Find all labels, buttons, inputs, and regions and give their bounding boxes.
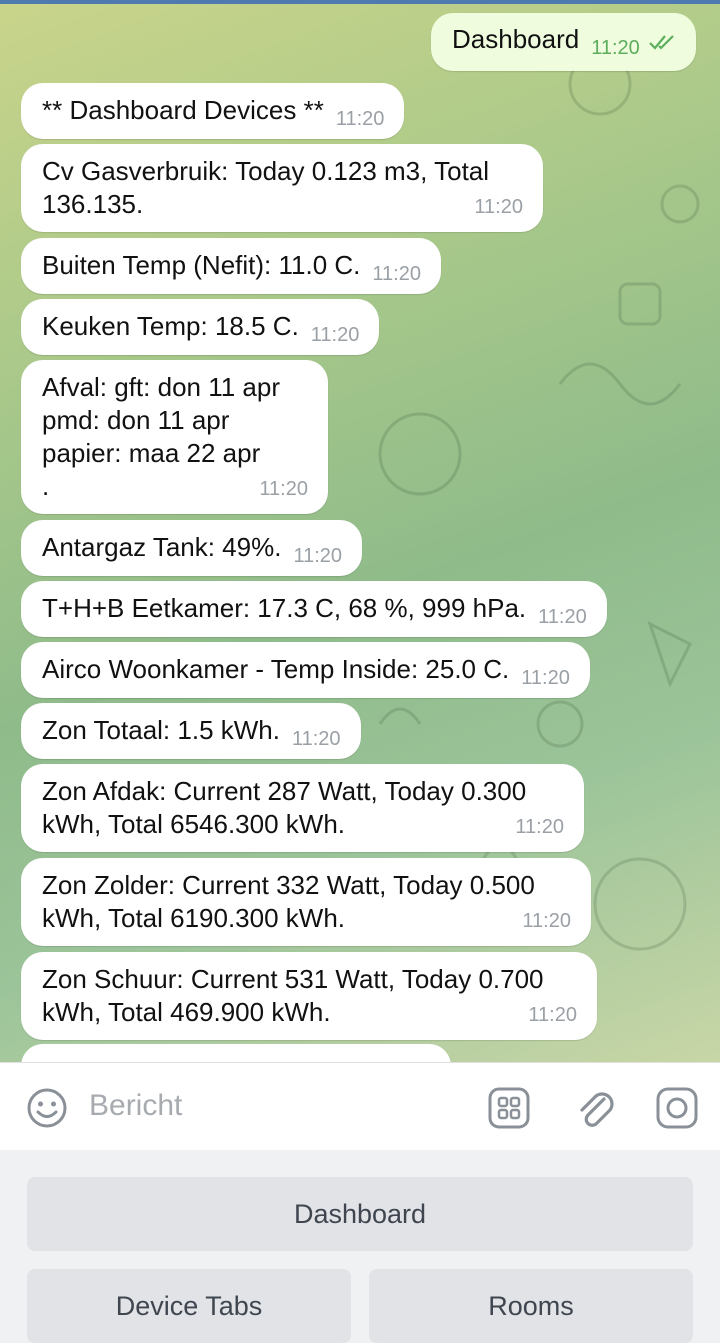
message-bubble[interactable]: Zon Zolder: Current 332 Watt, Today 0.50… [21,858,591,946]
message-time: 11:20 [538,606,587,628]
smile-icon[interactable] [26,1087,68,1129]
message-input[interactable]: Bericht [89,1089,182,1123]
message-composer: Bericht [0,1062,720,1151]
message-time: 11:20 [591,37,640,59]
message-text: Airco Woonkamer - Temp Inside: 25.0 C. [42,654,510,684]
message-time: 11:20 [259,478,308,500]
keyboard-button-device-tabs[interactable]: Device Tabs [27,1269,351,1343]
message-bubble-partial[interactable] [21,1044,451,1062]
keyboard-button-label: Dashboard [293,1199,427,1229]
message-text: T+H+B Eetkamer: 17.3 C, 68 %, 999 hPa. [42,593,527,623]
message-bubble[interactable]: Antargaz Tank: 49%. 11:20 [21,520,363,576]
message-bubble[interactable]: Zon Afdak: Current 287 Watt, Today 0.300… [21,764,584,852]
message-bubble[interactable]: Afval: gft: don 11 apr pmd: don 11 apr p… [21,360,328,514]
message-bubble[interactable]: Airco Woonkamer - Temp Inside: 25.0 C. 11… [21,642,590,698]
message-time: 11:20 [310,324,360,346]
message-bubble[interactable]: Zon Schuur: Current 531 Watt, Today 0.70… [21,952,597,1040]
message-time: 11:20 [291,728,341,750]
message-time: 11:20 [528,1004,577,1026]
keyboard-button-label: Device Tabs [115,1291,263,1321]
message-text: Cv Gasverbruik: Today 0.123 m3, Total 13… [42,156,490,219]
camera-icon[interactable] [656,1087,698,1129]
message-bubble[interactable]: Cv Gasverbruik: Today 0.123 m3, Total 13… [21,144,543,232]
message-text: Dashboard [452,24,580,54]
outgoing-message[interactable]: Dashboard 11:20 [431,13,696,71]
message-time: 11:20 [335,108,385,130]
paperclip-icon[interactable] [572,1085,616,1131]
message-text: Buiten Temp (Nefit): 11.0 C. [42,250,361,280]
message-text: Zon Afdak: Current 287 Watt, Today 0.300… [42,776,527,839]
message-text: ** Dashboard Devices ** [42,95,324,125]
message-time: 11:20 [521,667,570,689]
message-time: 11:20 [474,196,523,218]
message-text: Antargaz Tank: 49%. [42,532,282,562]
keyboard-button-label: Rooms [488,1291,574,1321]
bot-reply-keyboard: Dashboard Device Tabs Rooms [0,1150,720,1343]
message-time: 11:20 [515,816,564,838]
message-time: 11:20 [293,545,343,567]
message-text: Keuken Temp: 18.5 C. [42,311,299,341]
message-text: Zon Zolder: Current 332 Watt, Today 0.50… [42,870,535,933]
message-bubble[interactable]: Keuken Temp: 18.5 C. 11:20 [21,299,380,355]
read-checkmarks-icon [649,35,674,50]
message-text: Zon Totaal: 1.5 kWh. [42,715,280,745]
bot-commands-icon[interactable] [488,1087,530,1129]
chat-area[interactable]: Dashboard 11:20 ** Dashboard Devices ** 11… [0,4,720,1062]
message-text: Zon Schuur: Current 531 Watt, Today 0.70… [42,964,544,1027]
message-time: 11:20 [372,263,421,285]
message-bubble[interactable]: T+H+B Eetkamer: 17.3 C, 68 %, 999 hPa. 11… [21,581,607,637]
message-time: 11:20 [522,910,571,932]
message-bubble[interactable]: ** Dashboard Devices ** 11:20 [21,83,405,139]
keyboard-button-rooms[interactable]: Rooms [369,1269,693,1343]
message-bubble[interactable]: Buiten Temp (Nefit): 11.0 C. 11:20 [21,238,441,294]
keyboard-button-dashboard[interactable]: Dashboard [27,1177,693,1251]
message-bubble[interactable]: Zon Totaal: 1.5 kWh. 11:20 [21,703,361,759]
